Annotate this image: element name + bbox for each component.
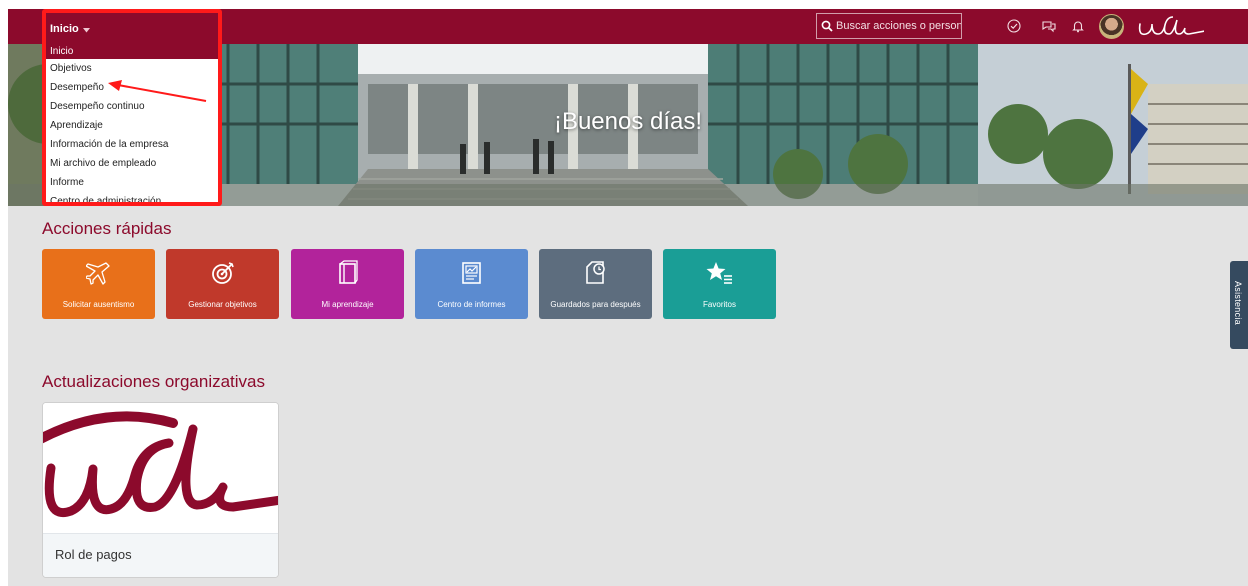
airplane-icon	[85, 262, 110, 285]
menu-item-archivo-empleado[interactable]: Mi archivo de empleado	[46, 154, 218, 173]
udla-logo	[1138, 16, 1204, 36]
annotation-arrow	[108, 80, 207, 102]
menu-item-objetivos[interactable]: Objetivos	[46, 59, 218, 78]
org-updates-title: Actualizaciones organizativas	[42, 372, 266, 391]
side-tab-label: Asistencia	[1233, 281, 1243, 326]
search-icon	[821, 20, 833, 32]
menu-item-aprendizaje[interactable]: Aprendizaje	[46, 116, 218, 135]
report-icon	[461, 262, 481, 284]
tile-label: Gestionar objetivos	[188, 300, 257, 309]
menu-title: Inicio	[50, 23, 79, 35]
tile-gestionar-objetivos[interactable]: Gestionar objetivos	[166, 249, 279, 319]
card-title: Rol de pagos	[55, 547, 132, 562]
asistencia-tab[interactable]: Asistencia	[1230, 261, 1248, 349]
tile-centro-informes[interactable]: Centro de informes	[415, 249, 528, 319]
menu-item-inicio[interactable]: Inicio	[46, 44, 218, 59]
menu-item-centro-administracion[interactable]: Centro de administración	[46, 192, 218, 211]
target-icon	[211, 262, 234, 284]
tile-mi-aprendizaje[interactable]: Mi aprendizaje	[291, 249, 404, 319]
avatar[interactable]	[1099, 14, 1124, 39]
udla-logo	[43, 403, 278, 533]
saved-later-icon	[585, 261, 605, 284]
menu-toggle[interactable]: Inicio	[46, 13, 218, 44]
search-placeholder: Buscar acciones o personas	[836, 20, 962, 32]
menu-item-informacion-empresa[interactable]: Información de la empresa	[46, 135, 218, 154]
app-frame: Buscar acciones o personas ¡Buenos días!…	[8, 9, 1248, 586]
navigation-menu: Inicio Objetivos Desempeño Desempeño con…	[46, 44, 218, 207]
star-list-icon	[706, 262, 732, 284]
bell-icon[interactable]	[1069, 17, 1087, 35]
search-input[interactable]: Buscar acciones o personas	[816, 13, 962, 39]
tile-label: Mi aprendizaje	[321, 300, 374, 309]
tile-guardados-despues[interactable]: Guardados para después	[539, 249, 652, 319]
tile-label: Favoritos	[703, 300, 736, 309]
tile-solicitar-ausentismo[interactable]: Solicitar ausentismo	[42, 249, 155, 319]
caret-down-icon	[82, 28, 90, 33]
org-update-card[interactable]: Rol de pagos	[42, 402, 279, 578]
tile-label: Centro de informes	[437, 300, 506, 309]
book-icon	[338, 260, 358, 284]
tile-favoritos[interactable]: Favoritos	[663, 249, 776, 319]
card-footer: Rol de pagos	[43, 533, 278, 577]
feedback-icon[interactable]	[1040, 17, 1058, 35]
menu-item-informe[interactable]: Informe	[46, 173, 218, 192]
checkmark-icon[interactable]	[1005, 17, 1023, 35]
tile-label: Guardados para después	[550, 300, 641, 309]
tile-label: Solicitar ausentismo	[62, 300, 135, 309]
quick-actions-title: Acciones rápidas	[42, 219, 172, 238]
